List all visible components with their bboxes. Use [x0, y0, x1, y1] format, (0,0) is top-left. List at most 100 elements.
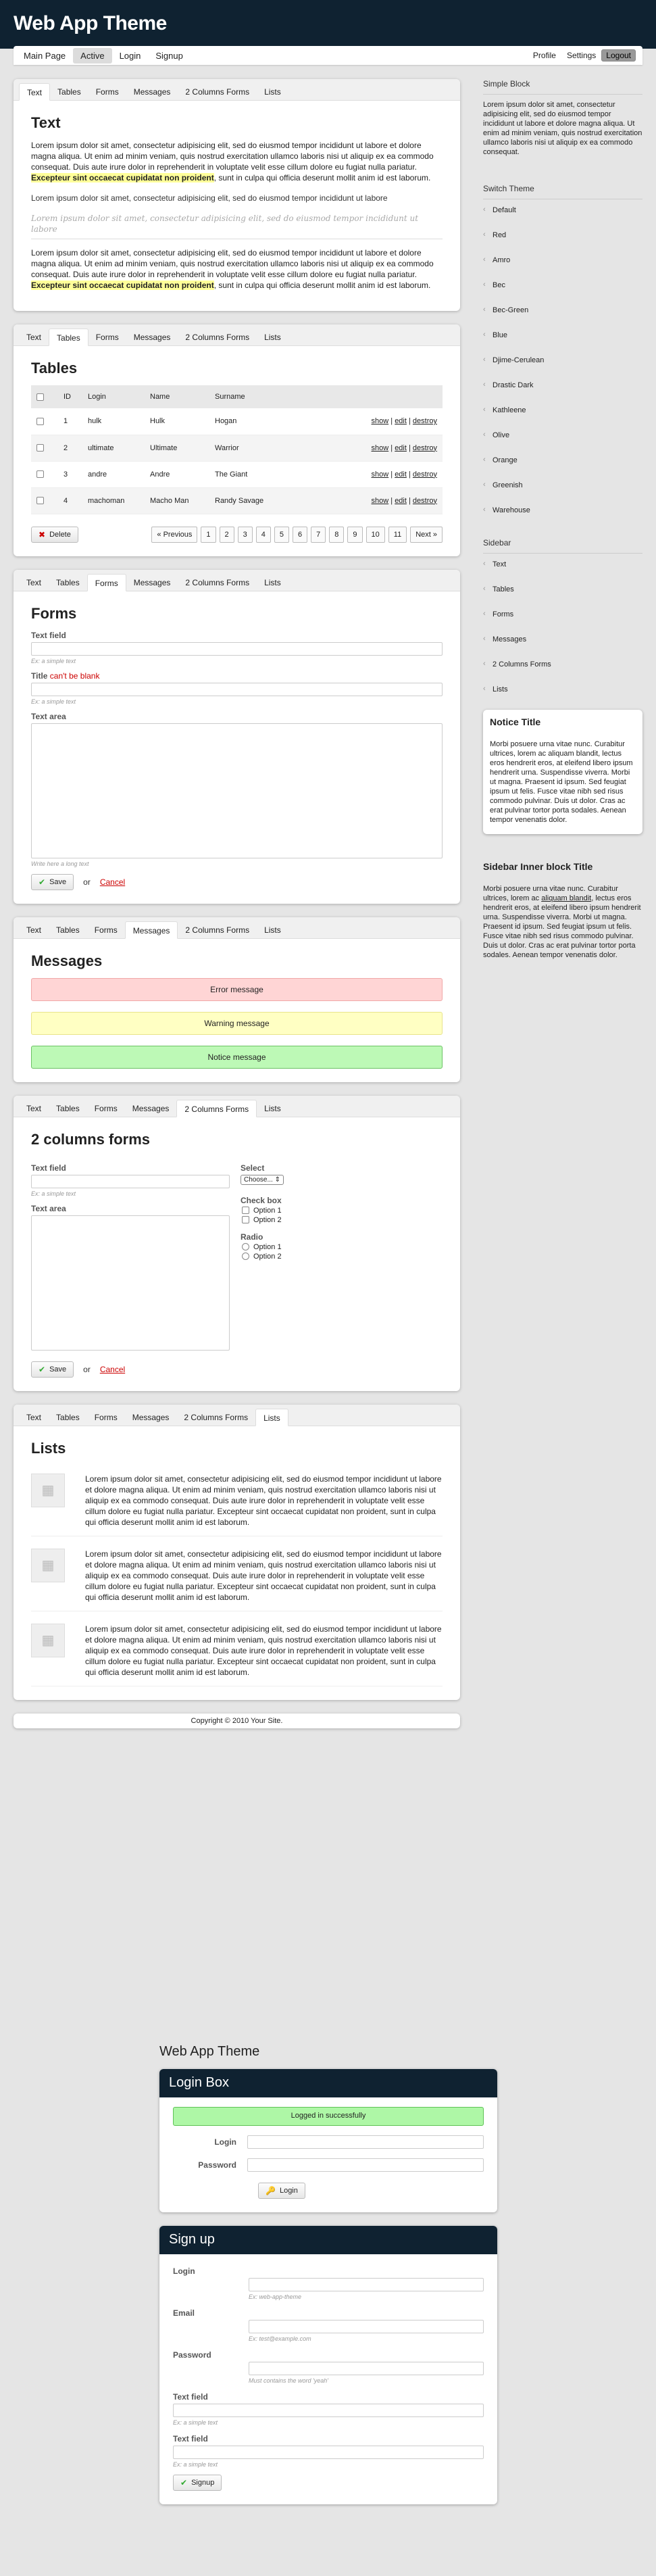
text-field-input[interactable]	[31, 641, 443, 656]
row-checkbox[interactable]	[36, 417, 44, 425]
theme-link[interactable]: Default	[483, 205, 642, 230]
tab-lists[interactable]: Lists	[255, 1408, 288, 1426]
page-link[interactable]: 11	[388, 526, 407, 543]
tab-messages[interactable]: Messages	[126, 574, 178, 591]
select-all-checkbox[interactable]	[36, 393, 44, 401]
tab-forms[interactable]: Forms	[86, 573, 126, 591]
tab-text[interactable]: Text	[19, 1409, 49, 1426]
nav-settings[interactable]: Settings	[561, 49, 601, 62]
theme-link[interactable]: Warehouse	[483, 505, 642, 530]
theme-link[interactable]: Drastic Dark	[483, 380, 642, 405]
page-link[interactable]: 5	[274, 526, 290, 543]
signup-text-field-input[interactable]	[173, 2404, 484, 2417]
tab-tables[interactable]: Tables	[49, 574, 87, 591]
nav-signup[interactable]: Signup	[148, 48, 190, 64]
sidebar-item-messages[interactable]: Messages	[483, 634, 642, 659]
tab-forms[interactable]: Forms	[89, 329, 126, 346]
cancel-link[interactable]: Cancel	[100, 1365, 125, 1374]
signup-email-input[interactable]	[249, 2320, 484, 2333]
password-input[interactable]	[247, 2158, 484, 2172]
radio-option[interactable]: Option 1	[242, 1243, 443, 1251]
edit-link[interactable]: edit	[395, 444, 407, 452]
destroy-link[interactable]: destroy	[413, 444, 437, 452]
signup-text-field-input[interactable]	[173, 2446, 484, 2459]
signup-password-input[interactable]	[249, 2362, 484, 2375]
page-next[interactable]: Next »	[410, 526, 443, 543]
cancel-link[interactable]: Cancel	[100, 877, 125, 887]
tab-lists[interactable]: Lists	[257, 83, 288, 101]
tab-tables[interactable]: Tables	[49, 1409, 87, 1426]
show-link[interactable]: show	[372, 470, 389, 479]
sidebar-item-2-columns-forms[interactable]: 2 Columns Forms	[483, 659, 642, 684]
tab-text[interactable]: Text	[19, 921, 49, 939]
tab-forms[interactable]: Forms	[87, 921, 125, 939]
show-link[interactable]: show	[372, 417, 389, 425]
page-link[interactable]: 4	[255, 526, 271, 543]
tab-messages[interactable]: Messages	[125, 1409, 177, 1426]
login-button[interactable]: 🔑 Login	[258, 2183, 305, 2199]
edit-link[interactable]: edit	[395, 470, 407, 479]
tab-lists[interactable]: Lists	[257, 574, 288, 591]
tab-text[interactable]: Text	[19, 1100, 49, 1117]
tab-2-columns-forms[interactable]: 2 Columns Forms	[178, 83, 257, 101]
tab-tables[interactable]: Tables	[49, 921, 87, 939]
checkbox-option[interactable]: Option 2	[242, 1216, 443, 1224]
row-checkbox[interactable]	[36, 444, 44, 452]
nav-profile[interactable]: Profile	[528, 49, 561, 62]
tab-text[interactable]: Text	[19, 329, 49, 346]
edit-link[interactable]: edit	[395, 497, 407, 505]
theme-link[interactable]: Kathleene	[483, 405, 642, 430]
sidebar-item-lists[interactable]: Lists	[483, 684, 642, 700]
save-button[interactable]: ✔ Save	[31, 873, 74, 890]
tab-tables[interactable]: Tables	[50, 83, 89, 101]
theme-link[interactable]: Bec-Green	[483, 305, 642, 330]
tab-text[interactable]: Text	[19, 83, 51, 101]
row-checkbox[interactable]	[36, 497, 44, 505]
theme-link[interactable]: Blue	[483, 330, 642, 355]
tab-messages[interactable]: Messages	[125, 1100, 177, 1117]
tab-forms[interactable]: Forms	[89, 83, 126, 101]
page-link[interactable]: 3	[237, 526, 253, 543]
nav-main-page[interactable]: Main Page	[16, 48, 73, 64]
page-link[interactable]: 9	[347, 526, 363, 543]
tab-forms[interactable]: Forms	[87, 1100, 125, 1117]
theme-link[interactable]: Orange	[483, 455, 642, 480]
title-input[interactable]	[31, 682, 443, 696]
theme-link[interactable]: Olive	[483, 430, 642, 455]
tab-messages[interactable]: Messages	[124, 921, 178, 939]
select-dropdown[interactable]: Choose... ⇕	[241, 1174, 284, 1185]
destroy-link[interactable]: destroy	[413, 470, 437, 479]
nav-login[interactable]: Login	[112, 48, 149, 64]
destroy-link[interactable]: destroy	[413, 497, 437, 505]
show-link[interactable]: show	[372, 444, 389, 452]
page-link[interactable]: 8	[329, 526, 345, 543]
tab-2-columns-forms[interactable]: 2 Columns Forms	[176, 1409, 255, 1426]
page-link[interactable]: 10	[365, 526, 385, 543]
theme-link[interactable]: Red	[483, 230, 642, 255]
tab-tables[interactable]: Tables	[49, 1100, 87, 1117]
logout-button[interactable]: Logout	[601, 49, 636, 62]
tab-forms[interactable]: Forms	[87, 1409, 125, 1426]
tab-lists[interactable]: Lists	[257, 329, 288, 346]
tab-2-columns-forms[interactable]: 2 Columns Forms	[178, 921, 257, 939]
theme-link[interactable]: Amro	[483, 255, 642, 280]
tab-tables[interactable]: Tables	[49, 329, 89, 346]
page-link[interactable]: 6	[293, 526, 308, 543]
tab-lists[interactable]: Lists	[257, 1100, 288, 1117]
sidebar-item-text[interactable]: Text	[483, 559, 642, 584]
page-link[interactable]: 2	[219, 526, 234, 543]
signup-login-input[interactable]	[249, 2278, 484, 2291]
row-checkbox[interactable]	[36, 470, 44, 479]
sidebar-item-forms[interactable]: Forms	[483, 609, 642, 634]
signup-button[interactable]: ✔ Signup	[173, 2475, 222, 2491]
destroy-link[interactable]: destroy	[413, 417, 437, 425]
tab-2-columns-forms[interactable]: 2 Columns Forms	[176, 1099, 257, 1117]
text-area-input[interactable]	[31, 1215, 230, 1351]
checkbox-option[interactable]: Option 1	[242, 1207, 443, 1215]
radio-option[interactable]: Option 2	[242, 1253, 443, 1261]
theme-link[interactable]: Greenish	[483, 480, 642, 505]
login-input[interactable]	[247, 2135, 484, 2149]
tab-messages[interactable]: Messages	[126, 329, 178, 346]
delete-button[interactable]: ✖ Delete	[31, 526, 78, 543]
theme-link[interactable]: Djime-Cerulean	[483, 355, 642, 380]
